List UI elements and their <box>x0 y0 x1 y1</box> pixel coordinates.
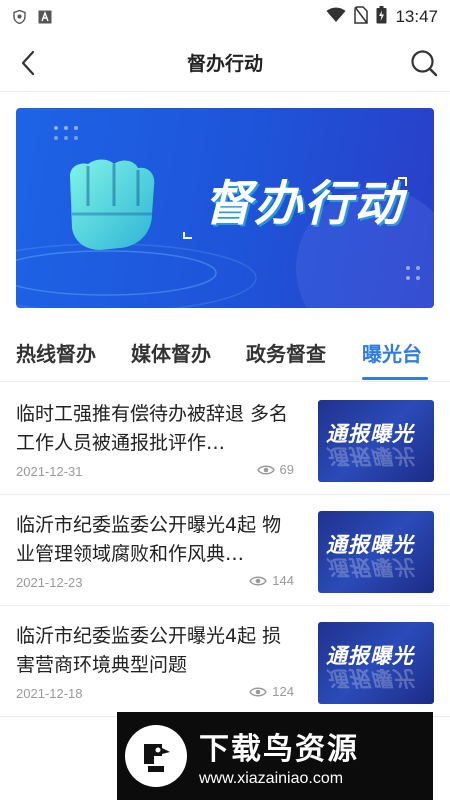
view-count: 144 <box>249 573 294 588</box>
chevron-left-icon <box>21 50 35 76</box>
view-count-value: 124 <box>272 684 294 699</box>
page-title: 督办行动 <box>186 53 263 75</box>
news-list: 临时工强推有偿待办被辞退 多名工作人员被通报批评作… 2021-12-31 69… <box>0 384 450 717</box>
news-title: 临沂市纪委监委公开曝光4起 损害营商环境典型问题 <box>16 625 282 676</box>
fist-icon <box>70 159 155 250</box>
battery-icon <box>376 6 387 28</box>
news-date: 2021-12-18 <box>16 686 83 701</box>
search-button[interactable] <box>404 43 444 83</box>
app-header: 督办行动 <box>0 34 450 92</box>
list-item[interactable]: 临沂市纪委监委公开曝光4起 损害营商环境典型问题 2021-12-18 124 … <box>0 606 450 717</box>
status-right-icons: 13:47 <box>326 6 438 28</box>
news-title: 临沂市纪委监委公开曝光4起 物业管理领域腐败和作风典… <box>16 514 282 565</box>
view-count: 124 <box>249 684 294 699</box>
thumbnail-reflection: 通报曝光 <box>326 555 414 579</box>
view-count-value: 144 <box>272 573 294 588</box>
tab-media[interactable]: 媒体督办 <box>131 338 211 367</box>
wifi-icon <box>326 7 346 27</box>
news-thumbnail: 通报曝光 通报曝光 <box>318 400 434 482</box>
status-time: 13:47 <box>395 7 438 26</box>
no-sim-icon <box>354 6 369 28</box>
banner[interactable]: 督办行动 <box>16 108 434 308</box>
news-date: 2021-12-31 <box>16 464 83 479</box>
letter-a-icon <box>38 10 52 24</box>
thumbnail-reflection: 通报曝光 <box>326 666 414 690</box>
eye-icon <box>256 465 275 474</box>
watermark-overlay: 下载鸟资源 www.xiazainiao.com <box>117 712 433 800</box>
banner-title: 督办行动 <box>204 176 405 232</box>
list-item[interactable]: 临时工强推有偿待办被辞退 多名工作人员被通报批评作… 2021-12-31 69… <box>0 384 450 495</box>
news-thumbnail: 通报曝光 通报曝光 <box>318 622 434 704</box>
watermark-text: 下载鸟资源 www.xiazainiao.com <box>199 724 359 788</box>
news-thumbnail: 通报曝光 通报曝光 <box>318 511 434 593</box>
shield-icon <box>12 10 26 24</box>
status-bar: 13:47 <box>0 0 450 34</box>
category-tabs: 热线督办 媒体督办 政务督查 曝光台 <box>0 322 450 382</box>
bird-logo-icon <box>125 725 187 787</box>
thumbnail-reflection: 通报曝光 <box>326 444 414 468</box>
tab-government[interactable]: 政务督查 <box>246 338 326 367</box>
news-date: 2021-12-23 <box>16 575 83 590</box>
tab-hotline[interactable]: 热线督办 <box>16 338 96 367</box>
eye-icon <box>249 576 268 585</box>
tab-exposure[interactable]: 曝光台 <box>362 338 422 367</box>
active-tab-indicator <box>362 377 428 380</box>
view-count: 69 <box>256 462 294 477</box>
watermark-title: 下载鸟资源 <box>199 732 359 767</box>
back-button[interactable] <box>8 43 48 83</box>
watermark-url: www.xiazainiao.com <box>199 770 344 787</box>
eye-icon <box>249 687 268 696</box>
list-item[interactable]: 临沂市纪委监委公开曝光4起 物业管理领域腐败和作风典… 2021-12-23 1… <box>0 495 450 606</box>
view-count-value: 69 <box>279 462 294 477</box>
news-title: 临时工强推有偿待办被辞退 多名工作人员被通报批评作… <box>16 403 289 454</box>
status-left-icons <box>12 10 52 24</box>
search-icon <box>411 50 438 77</box>
